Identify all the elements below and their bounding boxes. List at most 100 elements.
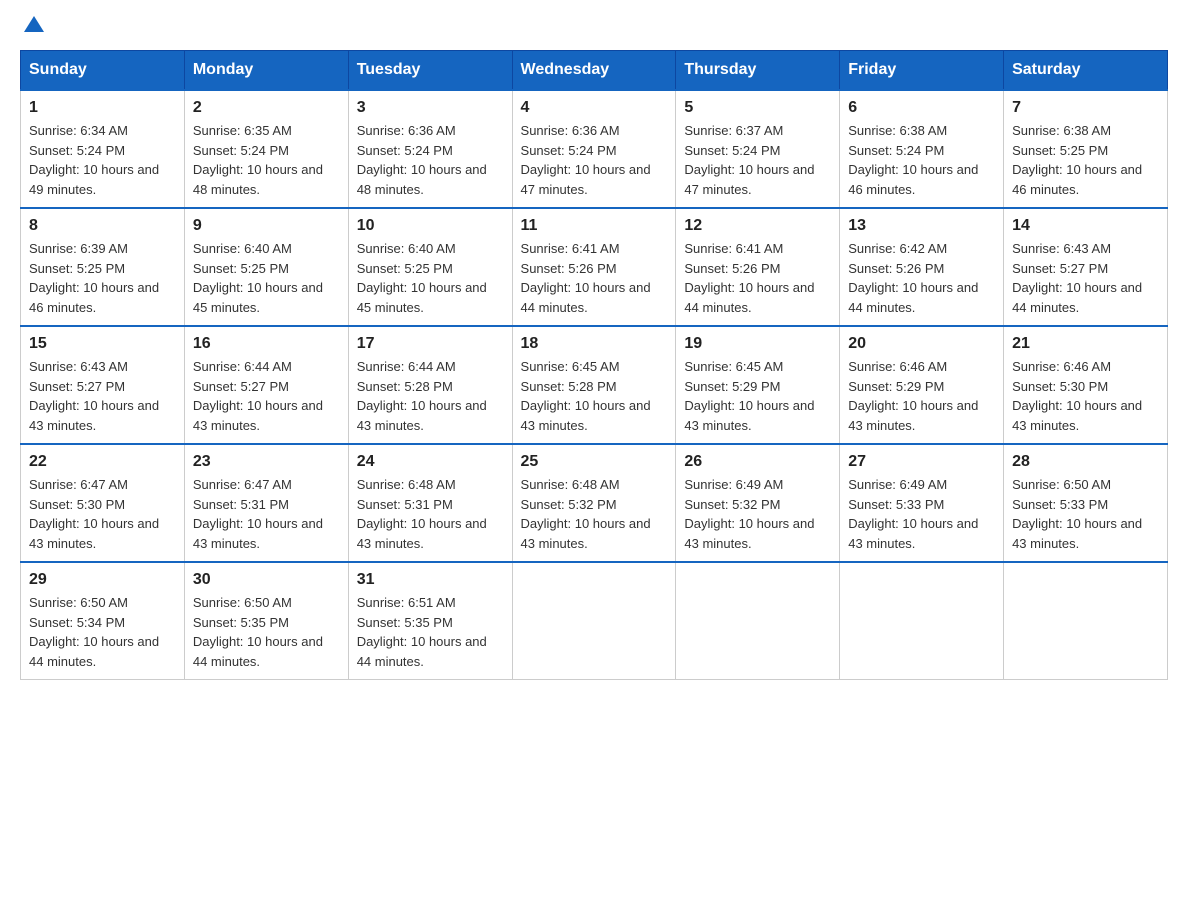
weekday-header-wednesday: Wednesday <box>512 51 676 91</box>
day-info: Sunrise: 6:38 AMSunset: 5:25 PMDaylight:… <box>1012 121 1159 199</box>
day-info: Sunrise: 6:45 AMSunset: 5:28 PMDaylight:… <box>521 357 668 435</box>
day-number: 18 <box>521 335 668 353</box>
day-number: 1 <box>29 99 176 117</box>
day-info: Sunrise: 6:47 AMSunset: 5:31 PMDaylight:… <box>193 475 340 553</box>
calendar-day-3: 3 Sunrise: 6:36 AMSunset: 5:24 PMDayligh… <box>348 90 512 208</box>
calendar-day-10: 10 Sunrise: 6:40 AMSunset: 5:25 PMDaylig… <box>348 208 512 326</box>
calendar-day-29: 29 Sunrise: 6:50 AMSunset: 5:34 PMDaylig… <box>21 562 185 680</box>
empty-cell <box>676 562 840 680</box>
logo <box>20 20 44 32</box>
day-info: Sunrise: 6:50 AMSunset: 5:34 PMDaylight:… <box>29 593 176 671</box>
day-info: Sunrise: 6:45 AMSunset: 5:29 PMDaylight:… <box>684 357 831 435</box>
calendar-day-30: 30 Sunrise: 6:50 AMSunset: 5:35 PMDaylig… <box>184 562 348 680</box>
calendar-day-28: 28 Sunrise: 6:50 AMSunset: 5:33 PMDaylig… <box>1004 444 1168 562</box>
day-number: 15 <box>29 335 176 353</box>
day-info: Sunrise: 6:37 AMSunset: 5:24 PMDaylight:… <box>684 121 831 199</box>
calendar-day-22: 22 Sunrise: 6:47 AMSunset: 5:30 PMDaylig… <box>21 444 185 562</box>
day-number: 30 <box>193 571 340 589</box>
day-info: Sunrise: 6:44 AMSunset: 5:27 PMDaylight:… <box>193 357 340 435</box>
day-info: Sunrise: 6:40 AMSunset: 5:25 PMDaylight:… <box>193 239 340 317</box>
day-number: 11 <box>521 217 668 235</box>
calendar-day-26: 26 Sunrise: 6:49 AMSunset: 5:32 PMDaylig… <box>676 444 840 562</box>
calendar-header: SundayMondayTuesdayWednesdayThursdayFrid… <box>21 51 1168 91</box>
page-header <box>20 20 1168 32</box>
day-info: Sunrise: 6:44 AMSunset: 5:28 PMDaylight:… <box>357 357 504 435</box>
day-info: Sunrise: 6:47 AMSunset: 5:30 PMDaylight:… <box>29 475 176 553</box>
day-info: Sunrise: 6:43 AMSunset: 5:27 PMDaylight:… <box>29 357 176 435</box>
day-number: 31 <box>357 571 504 589</box>
day-number: 21 <box>1012 335 1159 353</box>
calendar-day-9: 9 Sunrise: 6:40 AMSunset: 5:25 PMDayligh… <box>184 208 348 326</box>
day-number: 5 <box>684 99 831 117</box>
day-info: Sunrise: 6:43 AMSunset: 5:27 PMDaylight:… <box>1012 239 1159 317</box>
day-info: Sunrise: 6:39 AMSunset: 5:25 PMDaylight:… <box>29 239 176 317</box>
day-info: Sunrise: 6:48 AMSunset: 5:32 PMDaylight:… <box>521 475 668 553</box>
day-number: 16 <box>193 335 340 353</box>
weekday-header-monday: Monday <box>184 51 348 91</box>
day-number: 22 <box>29 453 176 471</box>
day-info: Sunrise: 6:48 AMSunset: 5:31 PMDaylight:… <box>357 475 504 553</box>
day-number: 24 <box>357 453 504 471</box>
calendar-day-1: 1 Sunrise: 6:34 AMSunset: 5:24 PMDayligh… <box>21 90 185 208</box>
day-info: Sunrise: 6:40 AMSunset: 5:25 PMDaylight:… <box>357 239 504 317</box>
calendar-day-27: 27 Sunrise: 6:49 AMSunset: 5:33 PMDaylig… <box>840 444 1004 562</box>
day-info: Sunrise: 6:42 AMSunset: 5:26 PMDaylight:… <box>848 239 995 317</box>
calendar-day-23: 23 Sunrise: 6:47 AMSunset: 5:31 PMDaylig… <box>184 444 348 562</box>
day-info: Sunrise: 6:49 AMSunset: 5:32 PMDaylight:… <box>684 475 831 553</box>
day-number: 12 <box>684 217 831 235</box>
day-number: 2 <box>193 99 340 117</box>
calendar-day-16: 16 Sunrise: 6:44 AMSunset: 5:27 PMDaylig… <box>184 326 348 444</box>
calendar-day-25: 25 Sunrise: 6:48 AMSunset: 5:32 PMDaylig… <box>512 444 676 562</box>
weekday-header-tuesday: Tuesday <box>348 51 512 91</box>
day-number: 23 <box>193 453 340 471</box>
day-number: 19 <box>684 335 831 353</box>
empty-cell <box>1004 562 1168 680</box>
day-info: Sunrise: 6:41 AMSunset: 5:26 PMDaylight:… <box>521 239 668 317</box>
day-number: 27 <box>848 453 995 471</box>
day-number: 4 <box>521 99 668 117</box>
day-number: 20 <box>848 335 995 353</box>
weekday-header-friday: Friday <box>840 51 1004 91</box>
day-info: Sunrise: 6:46 AMSunset: 5:30 PMDaylight:… <box>1012 357 1159 435</box>
calendar-day-17: 17 Sunrise: 6:44 AMSunset: 5:28 PMDaylig… <box>348 326 512 444</box>
day-number: 9 <box>193 217 340 235</box>
calendar-day-21: 21 Sunrise: 6:46 AMSunset: 5:30 PMDaylig… <box>1004 326 1168 444</box>
calendar-day-13: 13 Sunrise: 6:42 AMSunset: 5:26 PMDaylig… <box>840 208 1004 326</box>
day-number: 26 <box>684 453 831 471</box>
day-info: Sunrise: 6:50 AMSunset: 5:35 PMDaylight:… <box>193 593 340 671</box>
calendar-day-7: 7 Sunrise: 6:38 AMSunset: 5:25 PMDayligh… <box>1004 90 1168 208</box>
day-info: Sunrise: 6:49 AMSunset: 5:33 PMDaylight:… <box>848 475 995 553</box>
day-info: Sunrise: 6:51 AMSunset: 5:35 PMDaylight:… <box>357 593 504 671</box>
day-number: 10 <box>357 217 504 235</box>
day-number: 8 <box>29 217 176 235</box>
empty-cell <box>840 562 1004 680</box>
weekday-header-sunday: Sunday <box>21 51 185 91</box>
day-number: 7 <box>1012 99 1159 117</box>
calendar-day-14: 14 Sunrise: 6:43 AMSunset: 5:27 PMDaylig… <box>1004 208 1168 326</box>
calendar-day-24: 24 Sunrise: 6:48 AMSunset: 5:31 PMDaylig… <box>348 444 512 562</box>
day-number: 28 <box>1012 453 1159 471</box>
day-number: 6 <box>848 99 995 117</box>
day-info: Sunrise: 6:36 AMSunset: 5:24 PMDaylight:… <box>521 121 668 199</box>
day-info: Sunrise: 6:50 AMSunset: 5:33 PMDaylight:… <box>1012 475 1159 553</box>
day-number: 29 <box>29 571 176 589</box>
day-info: Sunrise: 6:35 AMSunset: 5:24 PMDaylight:… <box>193 121 340 199</box>
calendar-day-12: 12 Sunrise: 6:41 AMSunset: 5:26 PMDaylig… <box>676 208 840 326</box>
day-number: 25 <box>521 453 668 471</box>
calendar-day-2: 2 Sunrise: 6:35 AMSunset: 5:24 PMDayligh… <box>184 90 348 208</box>
weekday-header-saturday: Saturday <box>1004 51 1168 91</box>
day-number: 13 <box>848 217 995 235</box>
calendar-day-4: 4 Sunrise: 6:36 AMSunset: 5:24 PMDayligh… <box>512 90 676 208</box>
day-info: Sunrise: 6:36 AMSunset: 5:24 PMDaylight:… <box>357 121 504 199</box>
calendar-day-5: 5 Sunrise: 6:37 AMSunset: 5:24 PMDayligh… <box>676 90 840 208</box>
calendar-day-6: 6 Sunrise: 6:38 AMSunset: 5:24 PMDayligh… <box>840 90 1004 208</box>
calendar-day-20: 20 Sunrise: 6:46 AMSunset: 5:29 PMDaylig… <box>840 326 1004 444</box>
empty-cell <box>512 562 676 680</box>
day-info: Sunrise: 6:41 AMSunset: 5:26 PMDaylight:… <box>684 239 831 317</box>
day-info: Sunrise: 6:38 AMSunset: 5:24 PMDaylight:… <box>848 121 995 199</box>
calendar-table: SundayMondayTuesdayWednesdayThursdayFrid… <box>20 50 1168 680</box>
weekday-header-thursday: Thursday <box>676 51 840 91</box>
day-info: Sunrise: 6:46 AMSunset: 5:29 PMDaylight:… <box>848 357 995 435</box>
day-number: 3 <box>357 99 504 117</box>
day-number: 14 <box>1012 217 1159 235</box>
